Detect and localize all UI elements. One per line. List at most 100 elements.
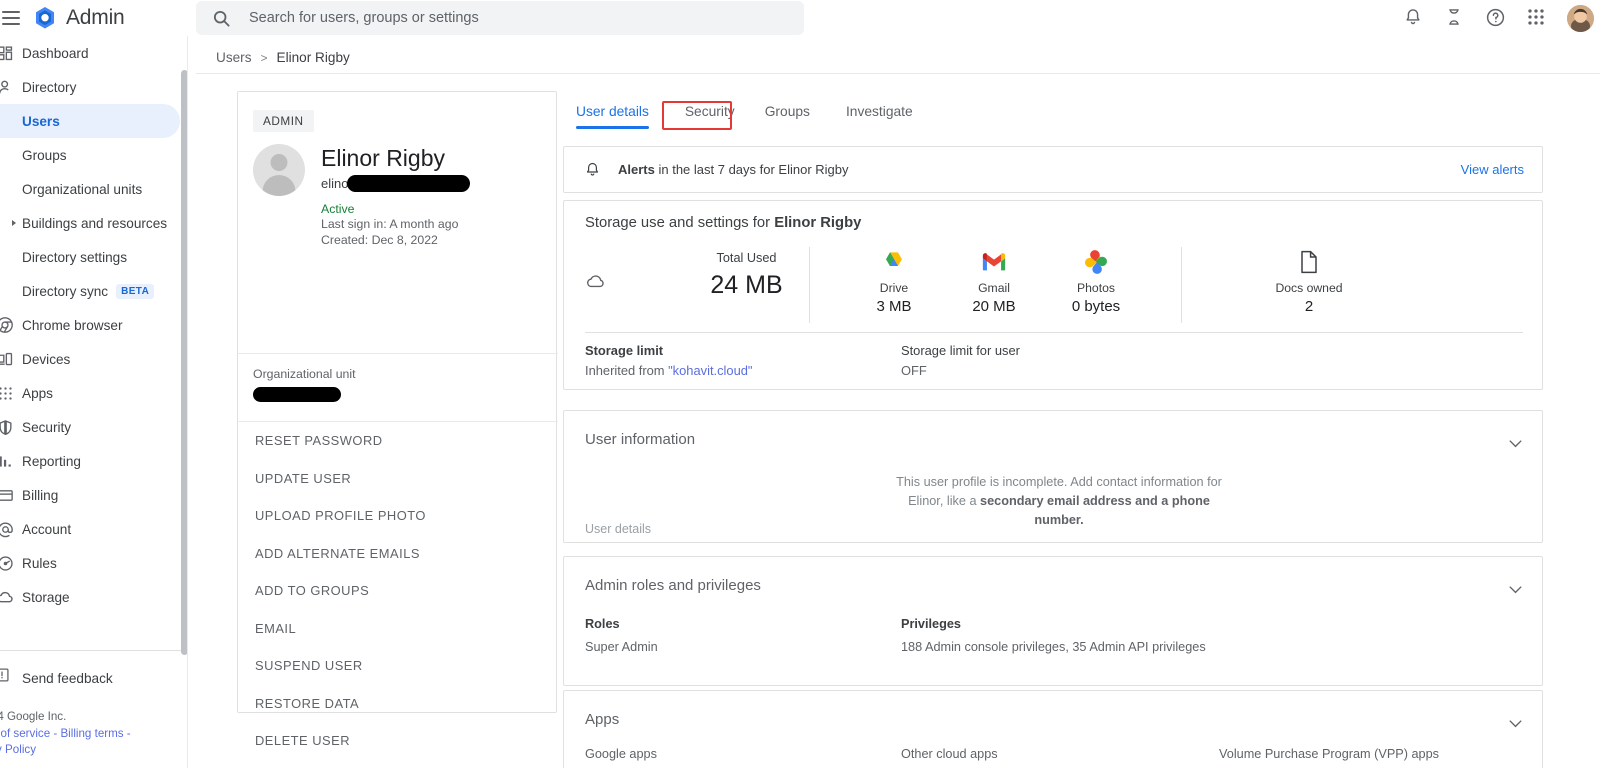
- storage-panel: Storage use and settings for Elinor Rigb…: [563, 200, 1543, 390]
- storage-limit-prefix: Inherited from: [585, 363, 669, 378]
- tab-groups[interactable]: Groups: [765, 100, 810, 129]
- beta-badge: BETA: [116, 283, 155, 299]
- apps-panel: Apps Google apps Other cloud apps Volume…: [563, 690, 1543, 768]
- breadcrumb-separator: >: [260, 50, 268, 65]
- alerts-banner: Alerts in the last 7 days for Elinor Rig…: [563, 146, 1543, 193]
- rules-icon: [0, 552, 16, 574]
- privileges-column-value: 188 Admin console privileges, 35 Admin A…: [901, 640, 1206, 654]
- suspend-user-action[interactable]: SUSPEND USER: [238, 647, 558, 685]
- restore-data-action[interactable]: RESTORE DATA: [238, 685, 558, 723]
- sidebar-item-users[interactable]: Users: [0, 104, 180, 138]
- email-visible-part: elino: [321, 176, 349, 191]
- sidebar-item-groups[interactable]: Groups: [0, 138, 180, 172]
- storage-app-name: Drive: [879, 281, 909, 295]
- sidebar-item-billing[interactable]: Billing: [0, 478, 180, 512]
- storage-title-prefix: Storage use and settings for: [585, 215, 775, 231]
- sidebar-item-account[interactable]: Account: [0, 512, 180, 546]
- sidebar-item-directory-settings[interactable]: Directory settings: [0, 240, 180, 274]
- sidebar-item-label: Billing: [22, 487, 59, 503]
- update-user-action[interactable]: UPDATE USER: [238, 460, 558, 498]
- sidebar-item-dashboard[interactable]: Dashboard: [0, 36, 180, 70]
- search-icon: [212, 9, 231, 28]
- sidebar-item-label: Reporting: [22, 453, 81, 469]
- user-details-subsection-label: User details: [585, 522, 651, 536]
- email-action[interactable]: EMAIL: [238, 610, 558, 648]
- brand-logo[interactable]: Admin: [32, 5, 184, 31]
- sidebar-edge-divider: [187, 36, 188, 768]
- docs-owned-label: Docs owned: [1275, 281, 1343, 295]
- sidebar-item-label: Dashboard: [22, 45, 89, 61]
- sidebar-item-label: Account: [22, 521, 72, 537]
- change-organizational-unit-action[interactable]: CHANGE ORGANIZATIONAL UNIT: [238, 760, 558, 768]
- vpp-apps-column-header: Volume Purchase Program (VPP) apps: [1219, 747, 1440, 761]
- devices-icon: [0, 348, 16, 370]
- sidebar-item-label: Users: [22, 113, 60, 129]
- bell-icon: [584, 161, 601, 178]
- search-input[interactable]: [249, 10, 769, 26]
- footer-links-line1[interactable]: rms of service - Billing terms -: [0, 727, 131, 740]
- delete-user-action[interactable]: DELETE USER: [238, 722, 558, 760]
- search-bar[interactable]: [196, 1, 804, 35]
- storage-divider-2: [1181, 247, 1182, 323]
- breadcrumb-users-link[interactable]: Users: [216, 50, 252, 65]
- hamburger-menu-icon[interactable]: [2, 11, 20, 25]
- tab-investigate[interactable]: Investigate: [846, 100, 913, 129]
- avatar-body: [262, 175, 296, 196]
- storage-limit-block: Storage limit Inherited from "kohavit.cl…: [585, 343, 753, 378]
- tab-security[interactable]: Security: [685, 100, 735, 129]
- hourglass-icon[interactable]: [1444, 7, 1466, 29]
- sidebar-item-directory-sync[interactable]: Directory sync BETA: [0, 274, 180, 308]
- sidebar-item-label: Devices: [22, 351, 71, 367]
- profile-info: Elinor Rigby elino Active Last sign in: …: [321, 144, 471, 248]
- add-alternate-emails-action[interactable]: ADD ALTERNATE EMAILS: [238, 535, 558, 573]
- footer-links-line2[interactable]: vacy Policy: [0, 743, 36, 756]
- google-apps-column-header: Google apps: [585, 747, 657, 761]
- chevron-down-icon[interactable]: [1509, 435, 1522, 448]
- sidebar-item-security[interactable]: Security: [0, 410, 180, 444]
- roles-column-value: Super Admin: [585, 640, 658, 654]
- sidebar-footer: 2024 Google Inc. rms of service - Billin…: [0, 709, 188, 759]
- breadcrumb: Users > Elinor Rigby: [216, 50, 350, 65]
- chevron-down-icon[interactable]: [1509, 581, 1522, 594]
- apps-grid-icon[interactable]: [1526, 7, 1548, 29]
- tab-user-details[interactable]: User details: [576, 100, 649, 129]
- google-photos-icon: [1048, 249, 1144, 275]
- sidebar-item-label: Rules: [22, 555, 57, 571]
- upload-profile-photo-action[interactable]: UPLOAD PROFILE PHOTO: [238, 497, 558, 535]
- chevron-down-icon[interactable]: [1509, 715, 1522, 728]
- alerts-rest-text: in the last 7 days for Elinor Rigby: [654, 162, 849, 177]
- notifications-bell-icon[interactable]: [1403, 7, 1425, 29]
- sidebar-item-directory[interactable]: Directory: [0, 70, 180, 104]
- sidebar-item-organizational-units[interactable]: Organizational units: [0, 172, 180, 206]
- google-admin-logo-icon: [32, 5, 58, 31]
- reset-password-action[interactable]: RESET PASSWORD: [238, 422, 558, 460]
- sidebar-item-apps[interactable]: Apps: [0, 376, 180, 410]
- incomplete-line-1: This user profile is incomplete. Add con…: [896, 475, 1222, 489]
- storage-horizontal-divider: [585, 332, 1523, 333]
- add-to-groups-action[interactable]: ADD TO GROUPS: [238, 572, 558, 610]
- admin-console-page: Admin Search for users, groups or settin…: [0, 0, 1600, 768]
- view-alerts-link[interactable]: View alerts: [1461, 162, 1524, 177]
- storage-app-value: 0 bytes: [1071, 298, 1121, 315]
- avatar: [253, 144, 305, 196]
- sidebar-item-storage[interactable]: Storage: [0, 580, 180, 614]
- sidebar-item-reporting[interactable]: Reporting: [0, 444, 180, 478]
- help-icon[interactable]: [1485, 7, 1507, 29]
- sidebar-item-label: Buildings and resources: [22, 215, 168, 231]
- chevron-right-icon: [12, 220, 16, 226]
- dashboard-icon: [0, 42, 16, 64]
- sidebar-item-chrome-browser[interactable]: Chrome browser: [0, 308, 180, 342]
- storage-limit-label: Storage limit: [585, 343, 664, 358]
- chrome-icon: [0, 314, 16, 336]
- sidebar-item-devices[interactable]: Devices: [0, 342, 180, 376]
- sidebar-item-rules[interactable]: Rules: [0, 546, 180, 580]
- sidebar: Dashboard Directory Users Groups Organiz…: [0, 36, 188, 768]
- send-feedback-button[interactable]: Send feedback: [0, 661, 188, 695]
- account-avatar[interactable]: [1567, 4, 1594, 32]
- storage-limit-domain-link[interactable]: "kohavit.cloud": [668, 363, 752, 378]
- google-drive-icon: [846, 249, 942, 275]
- sidebar-item-buildings-and-resources[interactable]: Buildings and resources: [0, 206, 180, 240]
- storage-app-name: Gmail: [978, 281, 1010, 295]
- admin-roles-panel: Admin roles and privileges Roles Super A…: [563, 556, 1543, 686]
- sidebar-item-label: Storage: [22, 589, 70, 605]
